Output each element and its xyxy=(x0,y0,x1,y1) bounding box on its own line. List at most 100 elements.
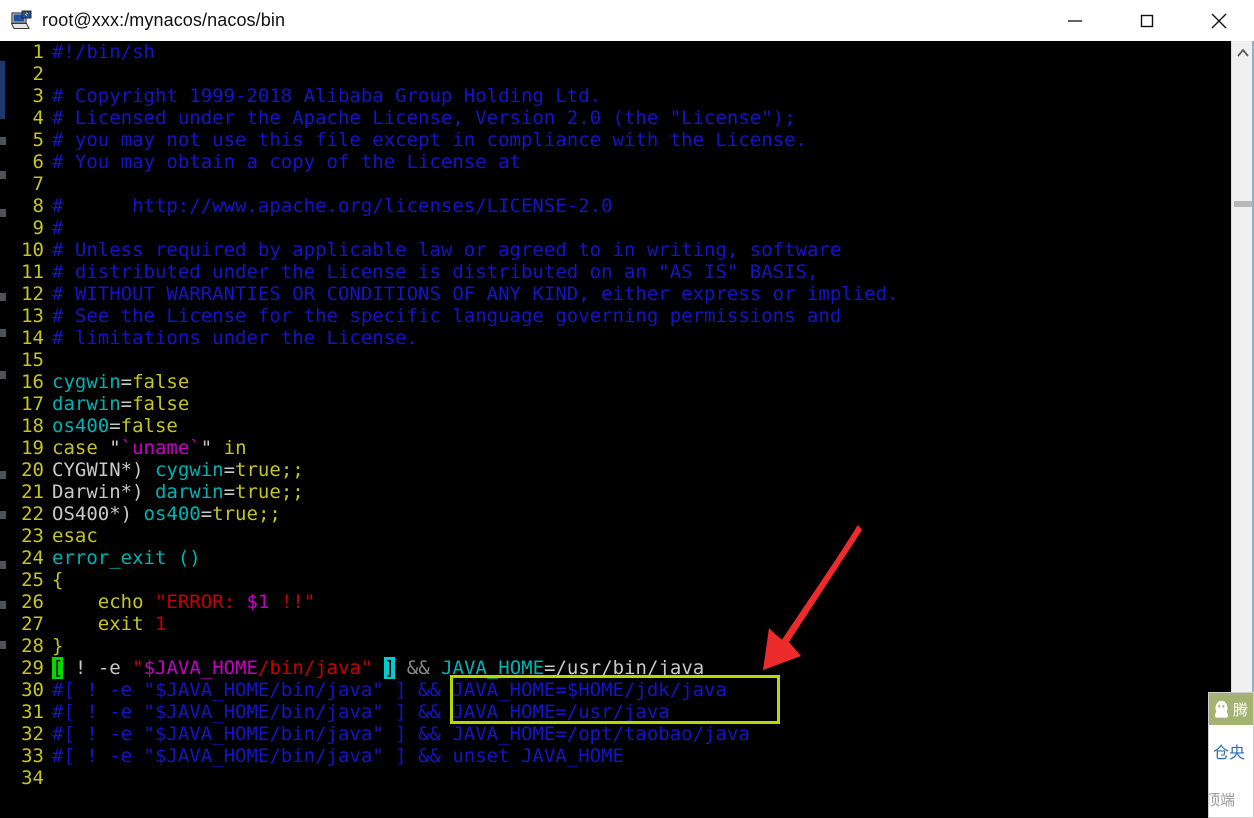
qq-brand-label: 腾 xyxy=(1233,700,1249,719)
code-token: # You may obtain a copy of the License a… xyxy=(52,151,521,173)
qq-notification-popup[interactable]: 腾 仓央 顶端 xyxy=(1208,692,1254,818)
code-line: 20 CYGWIN*) cygwin=true;; xyxy=(0,459,1232,481)
line-number: 31 xyxy=(21,701,44,723)
code-line: 21 Darwin*) darwin=true;; xyxy=(0,481,1232,503)
code-token: ;; xyxy=(280,481,304,503)
code-token: () xyxy=(166,547,201,569)
code-token: esac xyxy=(52,525,98,547)
scrollbar-thumb[interactable] xyxy=(1234,201,1252,207)
terminal-screen[interactable]: 1 #!/bin/sh 2 3 # Copyright 1999-2018 Aliba… xyxy=(0,41,1232,818)
line-number: 14 xyxy=(21,327,44,349)
code-token: ] xyxy=(383,657,396,679)
code-token: = xyxy=(223,459,236,481)
code-token: os400 xyxy=(143,503,201,525)
code-line: 31 #[ ! -e "$JAVA_HOME/bin/java" ] && JAV… xyxy=(0,701,1232,723)
code-token: && xyxy=(406,657,430,679)
chevron-up-icon[interactable] xyxy=(1232,41,1254,65)
code-line: 2 xyxy=(0,63,1232,85)
qq-penguin-icon xyxy=(1214,700,1229,718)
code-token: in xyxy=(223,437,247,459)
line-number: 3 xyxy=(32,85,44,107)
code-token: } xyxy=(52,635,64,657)
code-token: { xyxy=(52,569,64,591)
code-line: 23 esac xyxy=(0,525,1232,547)
code-line: 28} xyxy=(0,635,1232,657)
line-number: 8 xyxy=(32,195,44,217)
code-token: "ERROR: xyxy=(154,591,247,613)
line-number: 22 xyxy=(21,503,44,525)
code-line: 8 # http://www.apache.org/licenses/LICENS… xyxy=(0,195,1232,217)
line-number: 9 xyxy=(32,217,44,239)
code-token: case xyxy=(52,437,98,459)
code-token: true xyxy=(212,503,258,525)
code-token: " xyxy=(200,437,224,459)
line-number: 5 xyxy=(32,129,44,151)
line-number: 13 xyxy=(21,305,44,327)
line-number: 1 xyxy=(32,41,44,63)
line-number: 32 xyxy=(21,723,44,745)
code-line: 26 echo "ERROR: $1 !!" xyxy=(0,591,1232,613)
code-token: exit xyxy=(97,613,144,635)
code-line: 27 exit 1 xyxy=(0,613,1232,635)
terminal-computer-icon xyxy=(10,10,33,32)
line-number: 12 xyxy=(21,283,44,305)
code-token: cygwin xyxy=(52,371,121,393)
code-line: 13 # See the License for the specific lan… xyxy=(0,305,1232,327)
code-token: error_exit xyxy=(52,547,167,569)
close-button[interactable] xyxy=(1196,0,1242,41)
code-token: #[ ! -e "$JAVA_HOME/bin/java" ] && JAVA_… xyxy=(52,723,750,745)
code-token: false xyxy=(120,415,178,437)
code-token: cygwin xyxy=(154,459,224,481)
code-token: =/usr/bin/java xyxy=(544,657,705,679)
code-line: 22 OS400*) os400=true;; xyxy=(0,503,1232,525)
code-token: = xyxy=(120,393,133,415)
line-number: 7 xyxy=(32,173,44,195)
line-number: 23 xyxy=(21,525,44,547)
code-line: 3 # Copyright 1999-2018 Alibaba Group Hol… xyxy=(0,85,1232,107)
code-token: #[ ! -e "$JAVA_HOME/bin/java" ] && unset… xyxy=(52,745,624,767)
code-token: true xyxy=(235,481,281,503)
code-token: `uname` xyxy=(120,437,201,459)
window-titlebar[interactable]: root@xxx:/mynacos/nacos/bin xyxy=(0,0,1254,42)
minimize-button[interactable] xyxy=(1052,0,1098,41)
code-line: 9 # xyxy=(0,217,1232,239)
line-number: 29 xyxy=(21,657,44,679)
window-title: root@xxx:/mynacos/nacos/bin xyxy=(42,10,286,30)
code-token: = xyxy=(223,481,236,503)
code-line: 7 xyxy=(0,173,1232,195)
line-number: 33 xyxy=(21,745,44,767)
code-token: darwin xyxy=(154,481,224,503)
vim-buffer[interactable]: 1 #!/bin/sh 2 3 # Copyright 1999-2018 Aliba… xyxy=(0,41,1232,789)
line-number: 18 xyxy=(21,415,44,437)
qq-popup-header: 腾 xyxy=(1209,693,1253,725)
code-line: 25 { xyxy=(0,569,1232,591)
code-token: # Copyright 1999-2018 Alibaba Group Hold… xyxy=(52,85,602,107)
code-token: # distributed under the License is distr… xyxy=(52,261,819,283)
line-number: 16 xyxy=(21,371,44,393)
line-number: 10 xyxy=(21,239,44,261)
code-token: OS400*) xyxy=(52,503,144,525)
code-token: # limitations under the License. xyxy=(52,327,419,349)
maximize-button[interactable] xyxy=(1124,0,1170,41)
code-line: 1 #!/bin/sh xyxy=(0,41,1232,63)
code-token: true xyxy=(235,459,281,481)
code-line: 17 darwin=false xyxy=(0,393,1232,415)
code-line: 19 case "`uname`" in xyxy=(0,437,1232,459)
code-token: " xyxy=(132,657,144,679)
code-line: 29 [ ! -e "$JAVA_HOME/bin/java" ] && JAVA… xyxy=(0,657,1232,679)
code-token: ! xyxy=(74,657,87,679)
code-line: 30 #[ ! -e "$JAVA_HOME/bin/java" ] && JAV… xyxy=(0,679,1232,701)
code-token: #[ ! -e "$JAVA_HOME/bin/java" ] && JAVA_… xyxy=(52,679,727,701)
code-token: # See the License for the specific langu… xyxy=(52,305,842,327)
